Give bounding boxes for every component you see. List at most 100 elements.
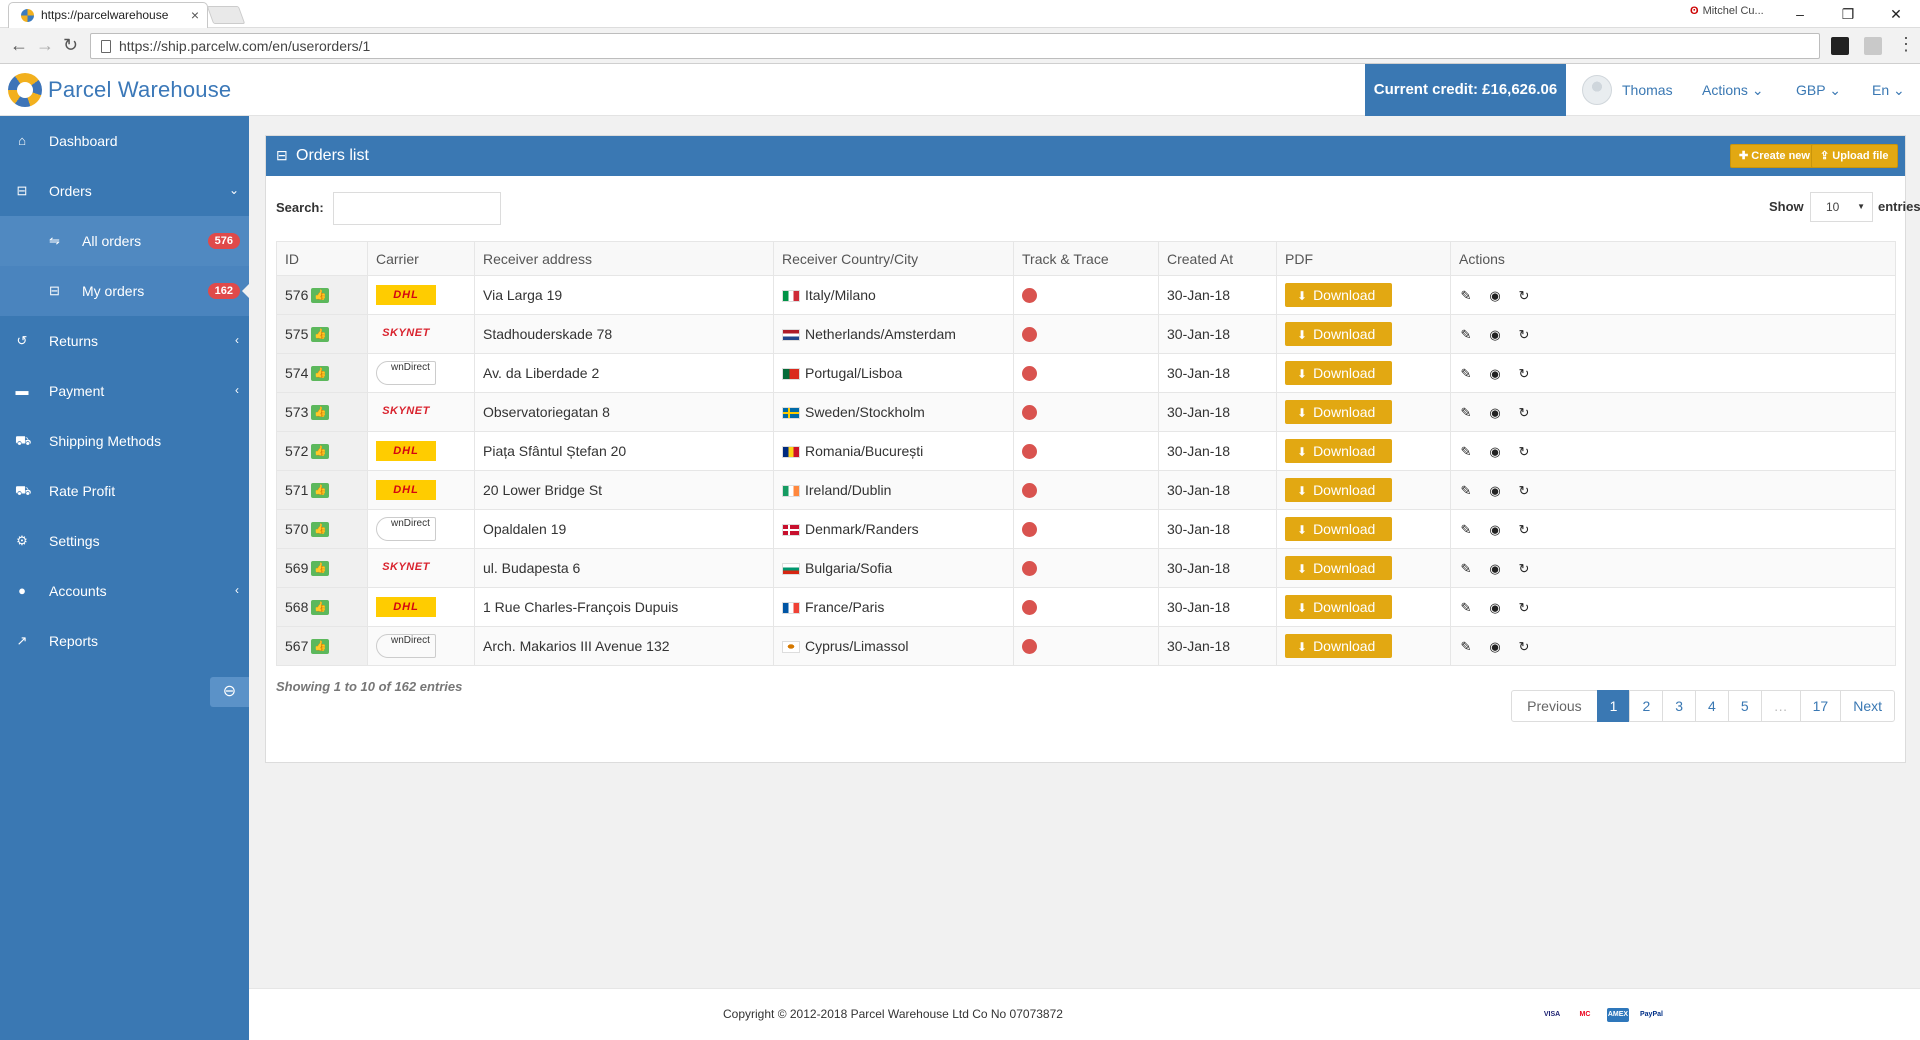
view-icon[interactable]: ◉ [1488, 444, 1502, 460]
download-button[interactable]: ⬇ Download [1285, 517, 1392, 541]
page-size-select[interactable]: 10 ▼ [1810, 192, 1873, 222]
return-icon[interactable]: ↻ [1517, 561, 1531, 577]
edit-icon[interactable]: ✎ [1459, 366, 1473, 382]
download-button[interactable]: ⬇ Download [1285, 439, 1392, 463]
table-row: 570 👍 wnDirect Opaldalen 19 Denmark/Rande… [276, 509, 1896, 549]
sidebar-item-all-orders[interactable]: ⇋ All orders 576 [0, 216, 249, 266]
page-info-icon[interactable] [101, 40, 111, 53]
upload-file-button[interactable]: ⇪ Upload file [1811, 144, 1898, 168]
new-tab-button[interactable] [206, 6, 246, 24]
actions-dropdown[interactable]: Actions ⌄ [1702, 82, 1764, 99]
download-button[interactable]: ⬇ Download [1285, 595, 1392, 619]
edit-icon[interactable]: ✎ [1459, 327, 1473, 343]
download-button[interactable]: ⬇ Download [1285, 283, 1392, 307]
back-icon[interactable]: ← [10, 34, 28, 56]
pagination-page[interactable]: 4 [1695, 690, 1729, 722]
sidebar-item-dashboard[interactable]: ⌂ Dashboard [0, 116, 249, 166]
return-icon[interactable]: ↻ [1517, 483, 1531, 499]
close-tab-icon[interactable]: × [191, 7, 199, 23]
view-icon[interactable]: ◉ [1488, 405, 1502, 421]
sidebar-item-accounts[interactable]: ● Accounts ‹ [0, 566, 249, 616]
pagination-page[interactable]: 5 [1727, 690, 1762, 722]
close-window-button[interactable]: ✕ [1876, 2, 1916, 26]
created-at: 30-Jan-18 [1158, 470, 1277, 510]
view-icon[interactable]: ◉ [1488, 561, 1502, 577]
view-icon[interactable]: ◉ [1488, 366, 1502, 382]
column-header-actions: Actions [1450, 241, 1896, 276]
sidebar-item-settings[interactable]: ⚙ Settings [0, 516, 249, 566]
sidebar-item-shipping-methods[interactable]: ⛟ Shipping Methods [0, 416, 249, 466]
return-icon[interactable]: ↻ [1517, 327, 1531, 343]
return-icon[interactable]: ↻ [1517, 639, 1531, 655]
column-header-pdf[interactable]: PDF [1276, 241, 1451, 276]
browser-menu-icon[interactable]: ⋮ [1897, 34, 1915, 55]
currency-dropdown[interactable]: GBP ⌄ [1796, 82, 1841, 99]
extension-pdf-icon[interactable] [1864, 37, 1882, 55]
return-icon[interactable]: ↻ [1517, 405, 1531, 421]
edit-icon[interactable]: ✎ [1459, 639, 1473, 655]
view-icon[interactable]: ◉ [1488, 600, 1502, 616]
return-icon[interactable]: ↻ [1517, 288, 1531, 304]
return-icon[interactable]: ↻ [1517, 366, 1531, 382]
track-trace-cell [1013, 548, 1159, 588]
edit-icon[interactable]: ✎ [1459, 405, 1473, 421]
collapse-sidebar-button[interactable]: ⊖ [210, 677, 249, 707]
view-icon[interactable]: ◉ [1488, 483, 1502, 499]
column-header-country[interactable]: Receiver Country/City [773, 241, 1014, 276]
pagination-page[interactable]: 2 [1629, 690, 1664, 722]
edit-icon[interactable]: ✎ [1459, 444, 1473, 460]
url-input[interactable]: https://ship.parcelw.com/en/userorders/1 [90, 33, 1820, 59]
reload-icon[interactable]: ↻ [63, 34, 78, 56]
created-at: 30-Jan-18 [1158, 431, 1277, 471]
download-button[interactable]: ⬇ Download [1285, 322, 1392, 346]
view-icon[interactable]: ◉ [1488, 327, 1502, 343]
column-header-carrier[interactable]: Carrier [367, 241, 475, 276]
sidebar-item-returns[interactable]: ↺ Returns ‹ [0, 316, 249, 366]
pagination-page[interactable]: 17 [1799, 690, 1842, 722]
user-menu[interactable]: Thomas [1582, 74, 1673, 106]
view-icon[interactable]: ◉ [1488, 288, 1502, 304]
sidebar-item-payment[interactable]: ▬ Payment ‹ [0, 366, 249, 416]
sidebar-item-rate-profit[interactable]: ⛟ Rate Profit [0, 466, 249, 516]
pagination-next[interactable]: Next [1840, 690, 1895, 722]
forward-icon[interactable]: → [36, 34, 54, 56]
flag-dk-icon [782, 524, 800, 537]
column-header-id[interactable]: ID [276, 241, 368, 276]
extension-check-icon[interactable] [1831, 37, 1849, 55]
browser-profile[interactable]: ʘ Mitchel Cu... [1690, 5, 1764, 17]
actions-cell: ✎ ◉ ↻ [1450, 314, 1896, 354]
column-header-track[interactable]: Track & Trace [1013, 241, 1159, 276]
sidebar-item-orders[interactable]: ⊟ Orders ⌄ [0, 166, 249, 216]
download-button[interactable]: ⬇ Download [1285, 556, 1392, 580]
search-input[interactable] [333, 192, 501, 225]
edit-icon[interactable]: ✎ [1459, 600, 1473, 616]
receiver-address: Av. da Liberdade 2 [474, 353, 774, 393]
logo[interactable]: Parcel Warehouse [8, 72, 231, 108]
download-button[interactable]: ⬇ Download [1285, 478, 1392, 502]
pagination-previous[interactable]: Previous [1511, 690, 1598, 722]
return-icon[interactable]: ↻ [1517, 600, 1531, 616]
view-icon[interactable]: ◉ [1488, 522, 1502, 538]
edit-icon[interactable]: ✎ [1459, 288, 1473, 304]
column-header-address[interactable]: Receiver address [474, 241, 774, 276]
pagination-page[interactable]: 1 [1596, 690, 1631, 722]
sidebar-item-my-orders[interactable]: ⊟ My orders 162 [0, 266, 249, 316]
carrier-cell: DHL [367, 587, 475, 627]
restore-button[interactable]: ❐ [1828, 2, 1868, 26]
minimize-button[interactable]: – [1780, 2, 1820, 26]
pagination-page[interactable]: 3 [1662, 690, 1697, 722]
download-button[interactable]: ⬇ Download [1285, 634, 1392, 658]
create-new-button[interactable]: ✚ Create new [1730, 144, 1819, 168]
edit-icon[interactable]: ✎ [1459, 561, 1473, 577]
download-button[interactable]: ⬇ Download [1285, 361, 1392, 385]
language-dropdown[interactable]: En ⌄ [1872, 82, 1905, 99]
browser-tab[interactable]: https://parcelwarehouse × [8, 2, 208, 28]
return-icon[interactable]: ↻ [1517, 444, 1531, 460]
view-icon[interactable]: ◉ [1488, 639, 1502, 655]
return-icon[interactable]: ↻ [1517, 522, 1531, 538]
edit-icon[interactable]: ✎ [1459, 483, 1473, 499]
sidebar-item-reports[interactable]: ↗ Reports [0, 616, 249, 666]
edit-icon[interactable]: ✎ [1459, 522, 1473, 538]
download-button[interactable]: ⬇ Download [1285, 400, 1392, 424]
column-header-created[interactable]: Created At [1158, 241, 1277, 276]
